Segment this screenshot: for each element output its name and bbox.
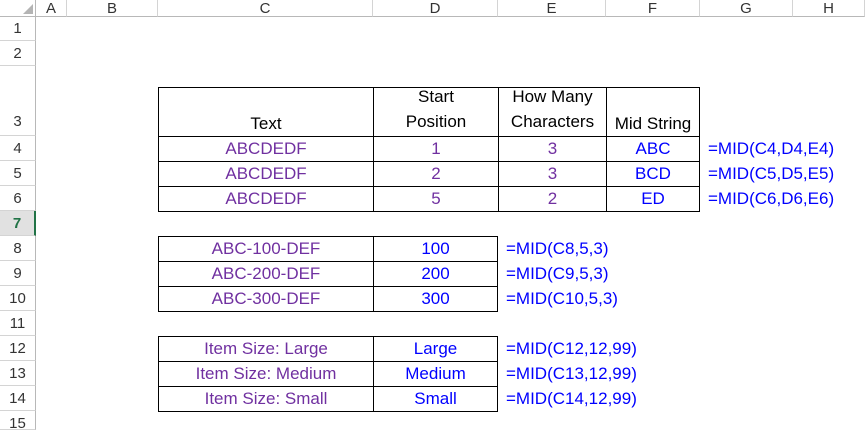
cell-c14[interactable]: Item Size: Small [158,386,374,412]
row-header-15[interactable]: 15 [0,411,36,430]
cell-d14[interactable]: Small [373,386,498,412]
cell-f4[interactable]: ABC [606,136,700,162]
cell-d6[interactable]: 5 [373,186,499,212]
cell-d13[interactable]: Medium [373,361,498,387]
row-header-9[interactable]: 9 [0,261,36,286]
column-header-e[interactable]: E [498,0,606,17]
header-start-line2: Position [405,112,467,131]
row-header-3[interactable]: 3 [0,66,36,136]
select-all-triangle-icon [23,4,33,14]
row-header-4[interactable]: 4 [0,136,36,161]
row-header-8[interactable]: 8 [0,236,36,261]
header-mid-string: Mid String [614,114,692,133]
cell-c3[interactable]: Text [158,87,374,137]
formula-text-f6: =MID(C6,D6,E6) [708,189,835,208]
header-start-position: Start Position [406,84,466,134]
row-header-1[interactable]: 1 [0,17,36,41]
formula-text-f4: =MID(C4,D4,E4) [708,139,835,158]
cell-d5[interactable]: 2 [373,161,499,187]
row-header-6[interactable]: 6 [0,186,36,211]
cell-d12[interactable]: Large [373,336,498,362]
cell-c5[interactable]: ABCDEDF [158,161,374,187]
column-header-b[interactable]: B [67,0,158,17]
header-count-line1: How Many [512,87,593,106]
column-header-a[interactable]: A [36,0,67,17]
column-header-h[interactable]: H [793,0,865,17]
cell-e5[interactable]: 3 [498,161,607,187]
cell-c13[interactable]: Item Size: Medium [158,361,374,387]
row-header-7[interactable]: 7 [0,211,36,236]
cell-d9[interactable]: 200 [373,261,498,287]
cell-f6[interactable]: ED [606,186,700,212]
formula-text-d9: =MID(C9,5,3) [506,264,609,283]
cell-d3[interactable]: Start Position [373,87,499,137]
row-header-10[interactable]: 10 [0,286,36,311]
cell-c8[interactable]: ABC-100-DEF [158,236,374,262]
spreadsheet-grid[interactable]: A B C D E F G H 1 2 3 4 5 6 7 8 9 10 11 … [0,0,865,430]
column-header-d[interactable]: D [373,0,498,17]
select-all-corner[interactable] [0,0,36,17]
row-header-2[interactable]: 2 [0,41,36,66]
cell-d10[interactable]: 300 [373,286,498,312]
formula-text-d10: =MID(C10,5,3) [506,289,618,308]
cell-c12[interactable]: Item Size: Large [158,336,374,362]
cell-e4[interactable]: 3 [498,136,607,162]
cell-d8[interactable]: 100 [373,236,498,262]
header-count-line2: Characters [510,112,595,131]
cell-f3[interactable]: Mid String [606,87,700,137]
formula-text-d12: =MID(C12,12,99) [506,339,637,358]
cell-e3[interactable]: How Many Characters [498,87,607,137]
header-text-label: Text [250,114,282,133]
header-how-many-characters: How Many Characters [511,84,594,134]
cell-c4[interactable]: ABCDEDF [158,136,374,162]
formula-text-d8: =MID(C8,5,3) [506,239,609,258]
cell-f5[interactable]: BCD [606,161,700,187]
row-header-14[interactable]: 14 [0,386,36,411]
cell-d4[interactable]: 1 [373,136,499,162]
row-header-12[interactable]: 12 [0,336,36,361]
formula-text-d13: =MID(C13,12,99) [506,364,637,383]
cell-e6[interactable]: 2 [498,186,607,212]
row-header-11[interactable]: 11 [0,311,36,336]
formula-text-d14: =MID(C14,12,99) [506,389,637,408]
column-header-c[interactable]: C [158,0,373,17]
formula-text-f5: =MID(C5,D5,E5) [708,164,835,183]
header-start-line1: Start [418,87,454,106]
cell-c10[interactable]: ABC-300-DEF [158,286,374,312]
cell-c9[interactable]: ABC-200-DEF [158,261,374,287]
column-header-f[interactable]: F [606,0,700,17]
column-header-g[interactable]: G [700,0,793,17]
row-header-5[interactable]: 5 [0,161,36,186]
row-header-13[interactable]: 13 [0,361,36,386]
cell-c6[interactable]: ABCDEDF [158,186,374,212]
